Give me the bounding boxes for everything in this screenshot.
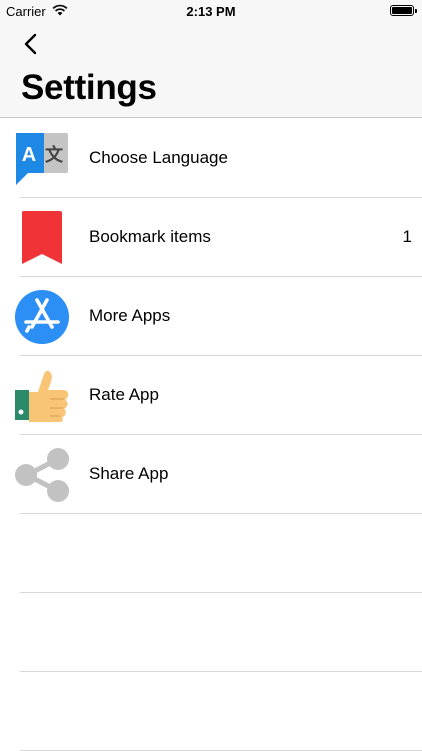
app-store-icon	[15, 290, 69, 344]
empty-row	[0, 514, 422, 593]
status-time: 2:13 PM	[186, 4, 236, 19]
share-icon	[15, 448, 69, 502]
list-item-label: More Apps	[89, 306, 171, 325]
svg-text:文: 文	[45, 144, 64, 166]
list-item-bookmark-items[interactable]: Bookmark items 1	[0, 198, 422, 277]
list-item-label: Share App	[89, 464, 169, 483]
bookmark-icon	[22, 211, 62, 264]
bookmark-count: 1	[402, 227, 412, 246]
empty-row	[0, 672, 422, 751]
page-title: Settings	[21, 68, 157, 107]
settings-list: A 文 Choose Language Bookmark items 1 Mor…	[0, 119, 422, 751]
battery-icon	[390, 5, 417, 16]
list-item-label: Choose Language	[89, 148, 228, 167]
list-item-label: Bookmark items	[89, 227, 211, 246]
list-item-more-apps[interactable]: More Apps	[0, 277, 422, 356]
empty-row	[0, 593, 422, 672]
chevron-left-icon[interactable]	[20, 32, 44, 56]
navigation-bar: Settings	[0, 22, 422, 118]
list-item-label: Rate App	[89, 385, 159, 404]
translate-icon: A 文	[16, 133, 68, 185]
list-item-choose-language[interactable]: A 文 Choose Language	[0, 119, 422, 198]
status-bar: Carrier 2:13 PM	[0, 0, 422, 22]
svg-text:A: A	[22, 144, 36, 166]
list-item-share-app[interactable]: Share App	[0, 435, 422, 514]
thumbs-up-icon	[15, 370, 69, 422]
list-item-rate-app[interactable]: Rate App	[0, 356, 422, 435]
